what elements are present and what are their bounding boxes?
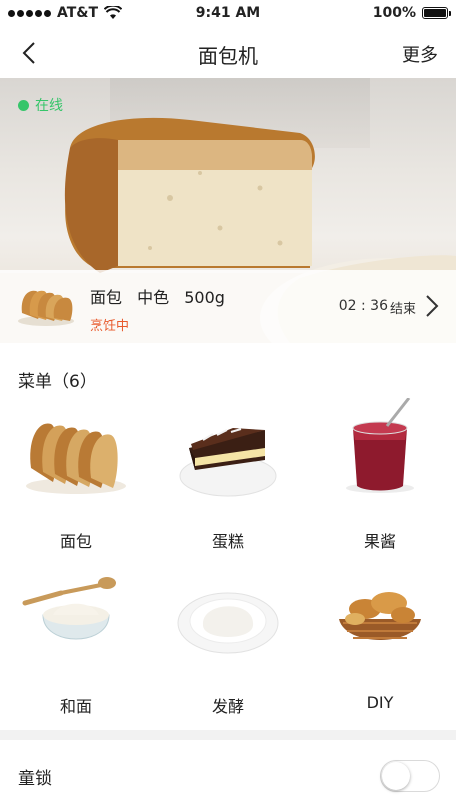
menu-item-label: 发酵 [211,697,244,716]
menu-item-diy[interactable]: DIY [304,563,456,723]
cooking-program: 面包 中色 500g [90,284,235,308]
cooking-color: 中色 [137,288,170,307]
more-button[interactable]: 更多 [402,41,438,67]
remaining-time: 02 : 36 [338,298,388,314]
bread-icon [26,423,126,494]
menu-item-jam[interactable]: 果酱 [304,398,456,558]
status-bar: AT&T 9:41 AM 100% [0,0,456,28]
pastry-basket-icon [339,592,421,640]
cooking-state: 烹饪中 [90,319,130,334]
menu-item-dough[interactable]: 和面 [0,563,152,723]
battery-icon [422,7,451,19]
online-status: 在线 [18,95,63,115]
child-lock-toggle[interactable] [380,760,440,792]
online-label: 在线 [35,98,63,114]
chevron-right-icon[interactable] [424,294,440,318]
menu-item-ferment[interactable]: 发酵 [152,563,304,723]
menu-header: 菜单（6） [18,372,97,392]
online-dot-icon [18,99,29,111]
cooking-item: 面包 [90,288,123,307]
status-right: 100% [372,5,451,21]
menu-panel: 菜单（6） 面包 蛋糕 果酱 和面 发酵 DIY [0,343,456,730]
menu-item-label: DIY [366,693,394,712]
toggle-knob [382,762,410,790]
dough-plate-icon [177,592,279,654]
bread-slices-thumbnail [18,290,74,326]
menu-item-label: 果酱 [363,532,396,551]
child-lock-label: 童锁 [18,769,52,789]
child-lock-row: 童锁 [0,740,456,812]
menu-item-label: 和面 [59,697,92,716]
flour-bowl-icon [22,577,116,640]
jam-icon [346,398,414,493]
page-title: 面包机 [198,44,258,68]
end-label: 结束 [389,302,416,317]
menu-item-bread[interactable]: 面包 [0,398,152,558]
menu-item-cake[interactable]: 蛋糕 [152,398,304,558]
cooking-status-strip[interactable]: 面包 中色 500g 烹饪中 02 : 36 结束 [0,270,456,343]
nav-bar: 面包机 更多 [0,28,456,78]
battery-percent: 100% [372,5,416,21]
cake-icon [179,428,277,497]
menu-item-label: 面包 [59,532,92,551]
cooking-weight: 500g [184,288,225,307]
menu-item-label: 蛋糕 [211,532,244,551]
